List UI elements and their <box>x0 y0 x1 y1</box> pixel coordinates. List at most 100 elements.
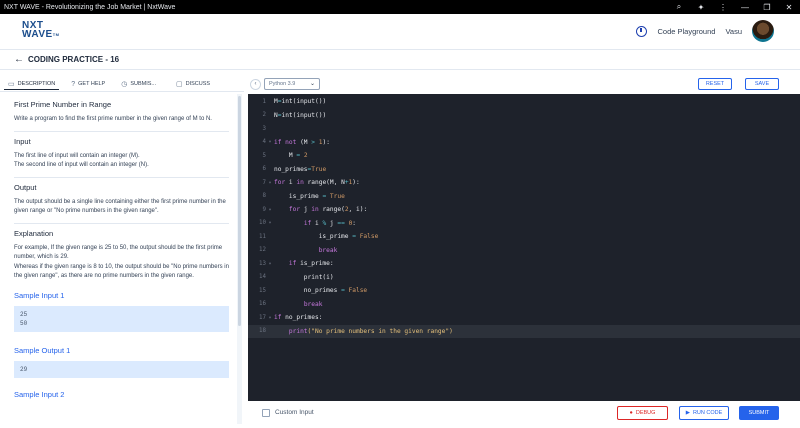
fold-arrow-icon[interactable]: ▾ <box>266 139 274 145</box>
code-line[interactable]: 17 ▾ if no_primes: <box>248 311 800 325</box>
code-line[interactable]: 2 N=int(input()) <box>248 109 800 123</box>
code-text: M=int(input()) <box>274 98 327 106</box>
sample-input-2-label: Sample Input 2 <box>14 389 65 399</box>
restore-icon[interactable]: ❐ <box>756 3 778 12</box>
code-text: is_prime = True <box>274 192 345 200</box>
line-number: 13 <box>259 260 266 267</box>
tab-get-help[interactable]: ? GET HELP <box>67 78 109 90</box>
close-icon[interactable]: ✕ <box>778 3 800 12</box>
output-text: The output should be a single line conta… <box>14 198 226 215</box>
tab-description[interactable]: ▭ DESCRIPTION <box>4 78 60 90</box>
problem-description: First Prime Number in Range Write a prog… <box>0 94 237 428</box>
input-heading: Input <box>14 136 31 146</box>
explanation-paragraph-2: Whereas if the given range is 8 to 10, t… <box>14 263 229 280</box>
minimize-icon[interactable]: — <box>734 3 756 12</box>
fold-arrow-icon[interactable]: ▾ <box>266 180 274 186</box>
tab-discuss[interactable]: ▢ DISCUSS <box>172 78 214 90</box>
chevron-left-icon[interactable]: ‹ <box>250 79 261 90</box>
debug-button[interactable]: ● DEBUG <box>617 406 668 420</box>
description-scrollbar[interactable] <box>237 94 242 424</box>
sample-output-1-label: Sample Output 1 <box>14 345 71 355</box>
puzzle-icon[interactable]: ✦ <box>690 3 712 12</box>
problem-statement: Write a program to find the first prime … <box>14 116 212 122</box>
back-arrow-icon[interactable]: ← <box>14 54 24 65</box>
title-bar-controls: ⌕ ✦ ⋮ — ❐ ✕ <box>668 0 800 14</box>
input-line-1: The first line of input will contain an … <box>14 152 140 159</box>
code-line[interactable]: 16 break <box>248 298 800 312</box>
input-line-2: The second line of input will contain an… <box>14 162 149 168</box>
code-text: if is_prime: <box>288 260 334 268</box>
language-select[interactable]: Python 3.9 ⌄ <box>264 78 320 90</box>
stopwatch-icon[interactable] <box>636 25 648 37</box>
code-playground-link[interactable]: Code Playground <box>657 27 715 36</box>
code-line[interactable]: 15 no_primes = False <box>248 284 800 298</box>
line-number: 5 <box>262 152 267 159</box>
save-button[interactable]: SAVE <box>745 78 779 90</box>
clock-icon: ◷ <box>121 81 128 88</box>
code-line[interactable]: 11 is_prime = False <box>248 230 800 244</box>
code-line[interactable]: 9 ▾ for j in range(2, i): <box>248 203 800 217</box>
code-text: break <box>318 246 338 254</box>
line-number: 2 <box>262 112 267 119</box>
window-title: NXT WAVE - Revolutionizing the Job Marke… <box>4 3 176 11</box>
line-number: 4 <box>262 139 267 146</box>
problem-title: First Prime Number in Range <box>14 100 112 109</box>
fold-arrow-icon[interactable]: ▾ <box>266 315 274 321</box>
custom-input-label[interactable]: Custom Input <box>275 409 314 416</box>
nxtwave-logo[interactable]: NXT WAVETM <box>22 21 60 40</box>
explanation-paragraph-1: For example, If the given range is 25 to… <box>14 244 223 261</box>
code-text: no_primes = False <box>274 287 368 295</box>
fold-arrow-icon[interactable]: ▾ <box>266 261 274 267</box>
code-line[interactable]: 18 print("No prime numbers in the given … <box>248 324 800 338</box>
fold-arrow-icon[interactable]: ▾ <box>266 220 274 226</box>
code-text: M = 2 <box>274 152 308 160</box>
code-line[interactable]: 4 ▾ if not (M > 1): <box>248 136 800 150</box>
line-number: 12 <box>259 247 266 254</box>
fold-arrow-icon[interactable]: ▾ <box>266 207 274 213</box>
line-number: 7 <box>262 179 267 186</box>
page-subheader: ← CODING PRACTICE - 16 <box>0 50 800 70</box>
submit-button[interactable]: SUBMIT <box>739 406 779 420</box>
help-icon: ? <box>71 80 76 88</box>
scrollbar-thumb[interactable] <box>238 96 241 326</box>
header-actions: Code Playground Vasu <box>636 20 774 42</box>
editor-toolbar: ‹ Python 3.9 ⌄ RESET SAVE <box>244 76 800 94</box>
line-number: 14 <box>259 274 266 281</box>
search-icon[interactable]: ⌕ <box>668 2 690 12</box>
line-number: 1 <box>262 98 267 105</box>
code-line[interactable]: 10 ▾ if i % j == 0: <box>248 217 800 231</box>
user-name[interactable]: Vasu <box>725 27 742 36</box>
run-code-button[interactable]: ▶ RUN CODE <box>679 406 729 420</box>
play-icon: ▶ <box>685 410 690 416</box>
chevron-down-icon: ⌄ <box>309 81 315 87</box>
code-line[interactable]: 13 ▾ if is_prime: <box>248 257 800 271</box>
page-title: CODING PRACTICE - 16 <box>28 55 120 64</box>
code-line[interactable]: 6 no_primes=True <box>248 163 800 177</box>
app-header: NXT WAVETM Code Playground Vasu <box>0 14 800 50</box>
code-line[interactable]: 8 is_prime = True <box>248 190 800 204</box>
code-text: if i % j == 0: <box>303 219 357 227</box>
code-text: if no_primes: <box>274 314 323 322</box>
code-line[interactable]: 1 M=int(input()) <box>248 95 800 109</box>
code-line[interactable]: 14 print(i) <box>248 271 800 285</box>
line-number: 8 <box>262 193 267 200</box>
line-number: 15 <box>259 287 266 294</box>
code-editor[interactable]: 1 M=int(input()) 2 N=int(input()) 3 4 ▾ if not … <box>248 94 800 401</box>
custom-input-checkbox[interactable] <box>262 409 270 417</box>
code-line[interactable]: 12 break <box>248 244 800 258</box>
code-text: no_primes=True <box>274 165 327 173</box>
line-number: 10 <box>259 220 266 227</box>
line-number: 17 <box>259 314 266 321</box>
code-line[interactable]: 7 ▾ for i in range(M, N+1): <box>248 176 800 190</box>
avatar[interactable] <box>752 20 774 42</box>
code-line[interactable]: 3 <box>248 122 800 136</box>
reset-button[interactable]: RESET <box>698 78 732 90</box>
tab-submissions[interactable]: ◷ SUBMIS... <box>117 78 160 90</box>
line-number: 18 <box>259 328 266 335</box>
code-text: is_prime = False <box>274 233 379 241</box>
code-line[interactable]: 5 M = 2 <box>248 149 800 163</box>
code-text: for j in range(2, i): <box>288 206 368 214</box>
chat-icon: ▢ <box>176 81 183 88</box>
code-text: N=int(input()) <box>274 111 327 119</box>
menu-icon[interactable]: ⋮ <box>712 3 734 12</box>
